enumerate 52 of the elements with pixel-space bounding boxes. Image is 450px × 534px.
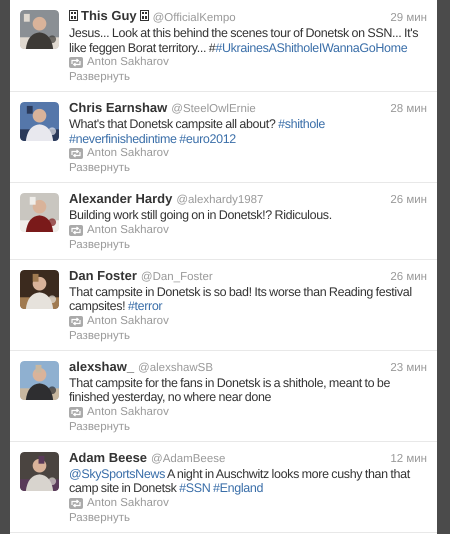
expand-link[interactable]: Развернуть (69, 420, 130, 434)
user-name[interactable]: alexshaw_ (69, 358, 134, 374)
retweet-icon (69, 57, 83, 68)
retweeted-by[interactable]: Anton Sakharov (87, 222, 169, 238)
retweet-icon (69, 406, 83, 418)
retweet-icon (69, 316, 83, 326)
retweeted-by[interactable]: Anton Sakharov (87, 55, 169, 70)
user-name[interactable]: Chris Earnshaw (69, 100, 168, 115)
user-handle[interactable]: @alexhardy1987 (176, 193, 264, 208)
missing-glyph-icon (140, 10, 149, 21)
retweet-icon (69, 148, 83, 159)
tweet-text: That campsite for the fans in Donetsk is a shithole, meant to be finished yesterday, no where near done (69, 376, 392, 404)
expand-link[interactable]: Развернуть (69, 70, 130, 85)
user-name[interactable]: Alexander Hardy (69, 191, 172, 206)
timestamp[interactable]: 29 мин (390, 11, 427, 26)
user-name[interactable]: This Guy (81, 8, 137, 23)
timestamp[interactable]: 23 мин (390, 360, 427, 376)
tweet-text: Building work still going on in Donetsk!? Ridiculous. (69, 208, 333, 222)
user-handle[interactable]: @SteelOwlErnie (171, 102, 256, 117)
user-handle[interactable]: @Dan_Foster (140, 270, 213, 284)
hashtag-link[interactable]: @SkySportsNews (69, 466, 166, 480)
timestamp[interactable]: 26 мин (390, 193, 427, 208)
hashtag-link[interactable]: #euro2012 (179, 132, 236, 146)
tweet-text: Jesus... Look at this behind the scenes tour of Donetsk on SSN... It's like feggen Borat territory... ##UkrainesAShitholeIWannaGoHome (69, 26, 420, 55)
hashtag-link[interactable]: #shithole (278, 117, 326, 131)
hashtag-link[interactable]: #terror (128, 299, 162, 313)
tweet-text: That campsite in Donetsk is so bad! Its worse than Reading festival campsites! #terror (69, 284, 413, 314)
expand-link[interactable]: Развернуть (69, 161, 130, 176)
tweet-text: What's that Donetsk campsite all about? #shithole #neverfinishedintime #euro2012 (69, 117, 326, 146)
retweet-icon (69, 498, 83, 508)
expand-link[interactable]: Развернуть (69, 328, 130, 344)
hashtag-link[interactable]: #neverfinishedintime (69, 132, 177, 146)
missing-glyph-icon (69, 10, 78, 21)
expand-link[interactable]: Развернуть (69, 238, 130, 252)
retweeted-by[interactable]: Anton Sakharov (87, 314, 169, 328)
timestamp[interactable]: 26 мин (390, 270, 427, 284)
user-name[interactable]: Dan Foster (69, 268, 137, 282)
timestamp[interactable]: 28 мин (390, 102, 427, 117)
user-handle[interactable]: @OfficialKempo (152, 11, 236, 26)
tweet-text: @SkySportsNewsA night in Auschwitz looks more cushy than that camp site in Donetsk #SSN #England (69, 466, 412, 496)
user-handle[interactable]: @AdamBeese (151, 452, 226, 466)
hashtag-link[interactable]: #England (213, 481, 264, 495)
expand-link[interactable]: Развернуть (69, 510, 130, 526)
retweeted-by[interactable]: Anton Sakharov (87, 404, 169, 420)
timestamp[interactable]: 12 мин (390, 452, 427, 466)
retweeted-by[interactable]: Anton Sakharov (87, 146, 169, 161)
retweeted-by[interactable]: Anton Sakharov (87, 496, 169, 510)
user-handle[interactable]: @alexshawSB (138, 360, 214, 376)
retweet-icon (69, 224, 83, 236)
user-name[interactable]: Adam Beese (69, 450, 148, 464)
hashtag-link[interactable]: #SSN (179, 481, 210, 495)
hashtag-link[interactable]: #UkrainesAShitholeIWannaGoHome (215, 40, 408, 54)
